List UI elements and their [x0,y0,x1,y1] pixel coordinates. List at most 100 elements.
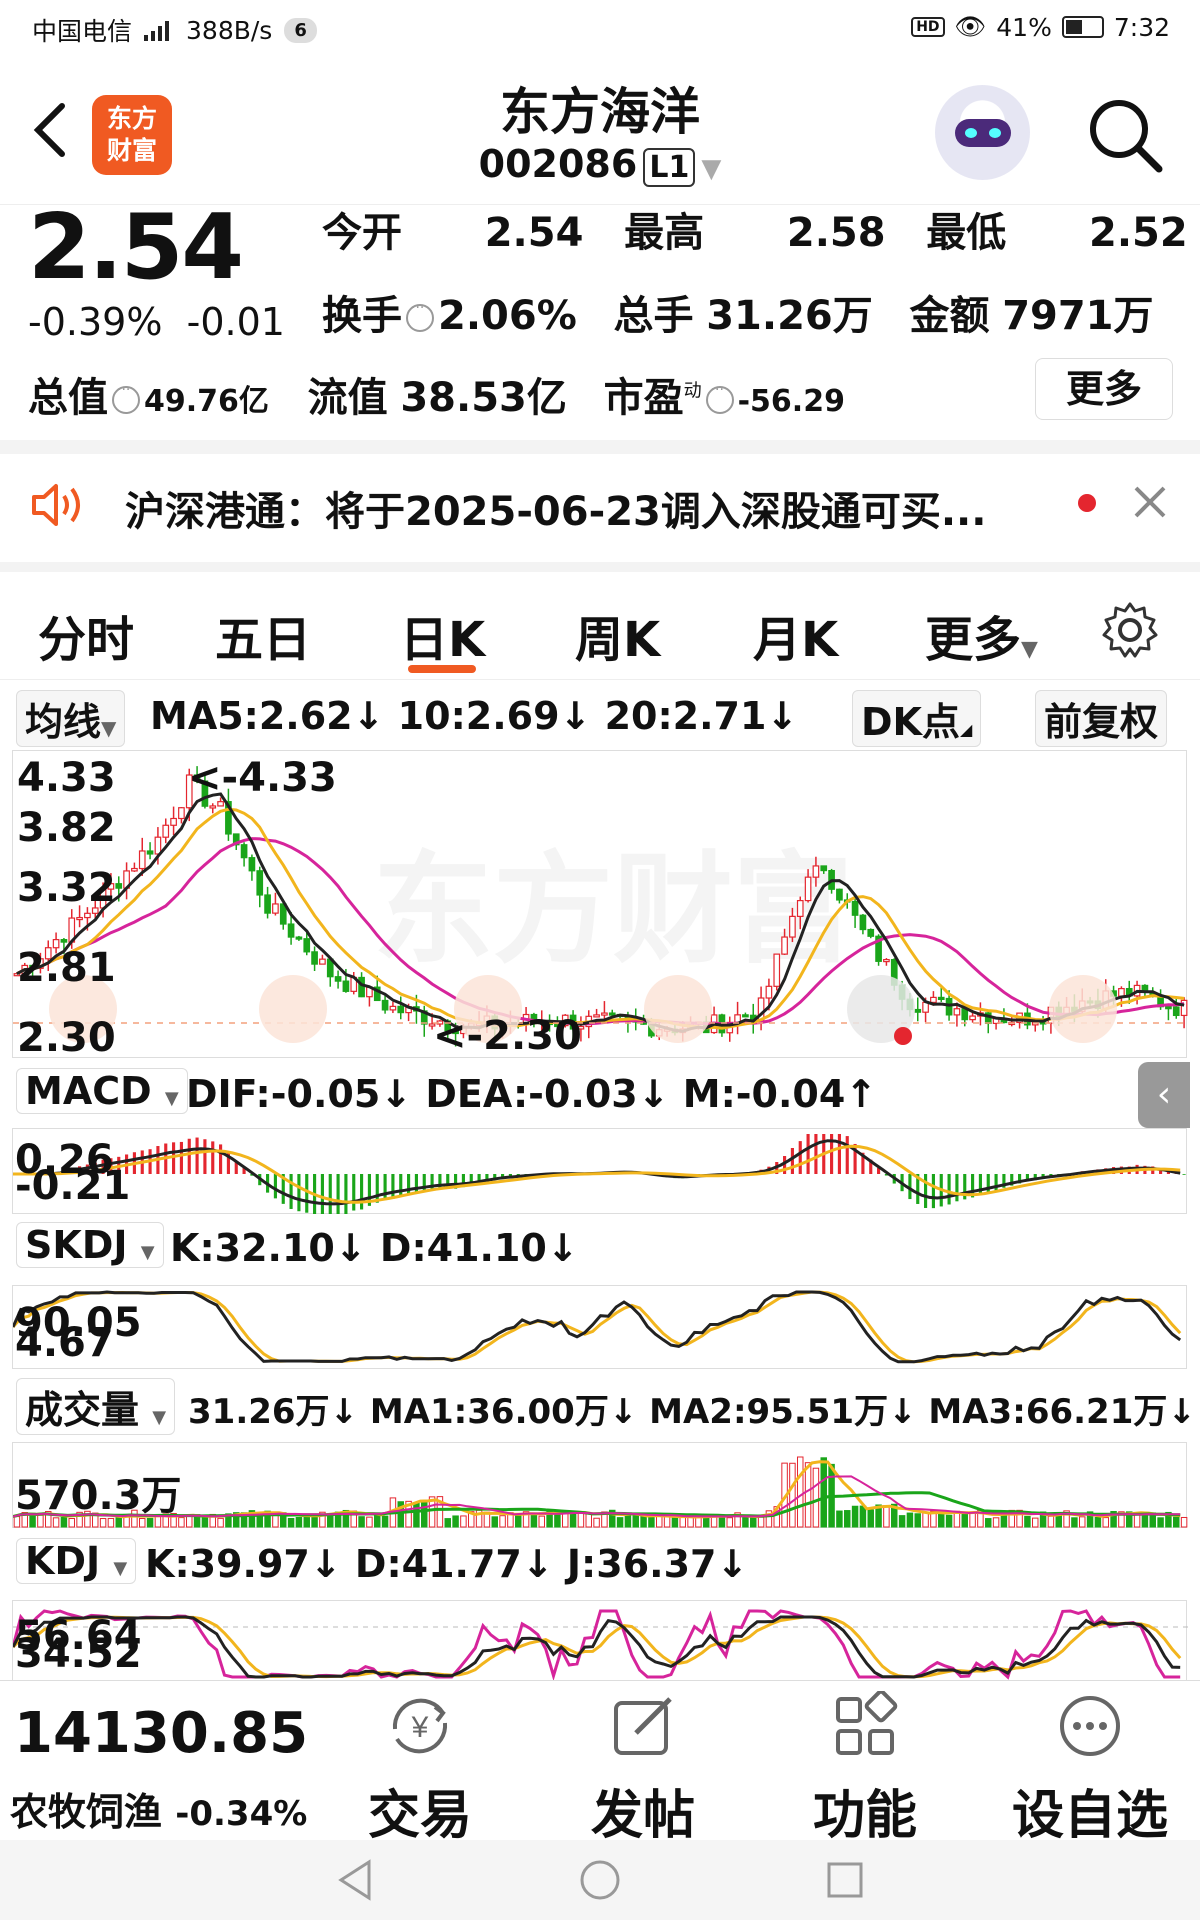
macd-histogram-bar [978,1174,982,1196]
candle-body [914,1008,922,1013]
volume-bar [1173,1516,1180,1528]
collapse-panel-button[interactable]: ‹ [1138,1062,1190,1128]
sector-index[interactable]: 农牧饲渔 -0.34% [10,1781,307,1836]
volume-axis-label: 570.3万 [15,1473,182,1519]
price-axis-label: 3.82 [17,805,116,851]
macd-histogram-bar [179,1141,183,1174]
add-watchlist-button[interactable]: 设自选 [1000,1691,1180,1846]
tab-intraday[interactable]: 分时 [38,600,134,670]
trade-button[interactable]: ¥ 交易 [345,1691,495,1846]
ai-assistant-icon[interactable] [935,85,1030,180]
ma-selector[interactable]: 均线▼ [16,690,126,747]
volume-bar [797,1456,804,1528]
info-icon[interactable] [406,300,434,332]
tab-weekly-k[interactable]: 周K [575,600,660,670]
search-icon[interactable] [1085,95,1165,175]
price-axis-label: 2.81 [17,945,116,991]
volume-selector[interactable]: 成交量 ▼ [16,1378,176,1435]
volume-bar [413,1502,420,1528]
quote-row-2: 换手 2.06% 总手 31.26万 金额 7971万 [322,283,1154,341]
macd-histogram-bar [430,1174,434,1191]
info-icon[interactable] [112,382,140,414]
volume-bar [186,1515,193,1528]
volume-bar [859,1505,867,1528]
chevron-down-icon: ▼ [164,1088,179,1109]
skdj-panel[interactable]: 90.05 4.67 [12,1285,1187,1369]
dk-signal-marker[interactable] [259,975,327,1043]
kdj-selector-label: KDJ [25,1539,101,1583]
skdj-d-line [13,1290,1182,1364]
dk-signal-marker[interactable] [644,975,712,1043]
price-axis-label: 2.30 [17,1015,116,1061]
macd-selector[interactable]: MACD ▼ [16,1068,188,1114]
stock-code: 002086 [478,142,638,186]
skdj-selector[interactable]: SKDJ ▼ [16,1222,164,1268]
volume-bar [287,1517,295,1528]
volume-bar [1141,1513,1149,1528]
info-icon[interactable] [705,382,734,414]
dk-points-button[interactable]: DK点◢ [852,690,982,747]
volume-bar [585,1513,592,1528]
candle-body [953,1008,961,1016]
candle-body [930,996,937,1003]
edit-icon [614,1697,672,1755]
macd-histogram-bar [195,1137,199,1174]
nav-back-icon[interactable] [335,1858,375,1902]
candle-body [146,850,154,855]
candle-body [851,900,859,916]
candle-body [812,865,820,878]
candle-body [397,1005,405,1014]
macd-panel[interactable]: 0.26 -0.21 [12,1128,1187,1214]
kline-panel[interactable]: 东方财富 4.33 3.82 3.32 2.81 2.30 <-4.33 <-2… [12,750,1188,1061]
more-quote-button[interactable]: 更多 [1035,358,1173,420]
functions-button[interactable]: 功能 [790,1689,940,1846]
current-day-marker [894,1027,912,1045]
candle-body [272,903,279,914]
volume-label: 总手 [613,293,694,339]
nav-recents-icon[interactable] [825,1860,865,1900]
nav-home-icon[interactable] [578,1858,622,1902]
sector-index-value[interactable]: 14130.85 [14,1701,308,1766]
volume-bar [992,1517,1000,1528]
post-button[interactable]: 发帖 [568,1691,718,1846]
volume-panel[interactable]: 570.3万 [12,1442,1188,1528]
volume-bar [217,1517,224,1528]
macd-histogram-bar [814,1134,818,1174]
volume-bar [985,1518,992,1528]
volume-bar [538,1515,545,1528]
tab-monthly-k[interactable]: 月K [753,600,838,670]
volume-bar [1079,1516,1086,1528]
volume-bar [867,1509,874,1528]
volume-bar [616,1517,624,1528]
candle-body [138,850,146,870]
volume-bar [812,1467,820,1528]
level-badge: L1 [643,148,696,187]
signal-icon [144,19,174,41]
close-icon[interactable] [1130,482,1170,522]
dk-signal-marker[interactable] [1049,975,1117,1043]
kdj-selector[interactable]: KDJ ▼ [16,1538,137,1584]
volume-bar [569,1511,577,1528]
high-price-value: 4.33 [238,755,337,801]
change-percent: -0.39% [28,300,163,344]
carrier-label: 中国电信 [32,17,133,46]
candle-body [804,876,812,902]
macd-histogram-bar [336,1174,340,1214]
volume-bar [515,1513,522,1528]
volume-bar [303,1515,310,1528]
macd-histogram-bar [352,1174,356,1211]
tab-more[interactable]: 更多▼ [925,600,1038,670]
macd-histogram-bar [806,1134,810,1174]
adjust-mode-button[interactable]: 前复权 [1035,690,1168,747]
notice-banner[interactable]: 沪深港通：将于2025-06-23调入深股通可买... [0,455,1200,555]
tab-five-day[interactable]: 五日 [215,600,311,670]
candle-body [789,915,796,938]
open-value: 2.54 [484,210,584,256]
volume-bar [757,1516,765,1528]
tab-daily-k[interactable]: 日K [400,600,485,670]
volume-bar [444,1518,451,1528]
volume-bar [836,1510,843,1528]
candle-body [319,958,326,965]
kdj-panel[interactable]: 56.64 34.52 [12,1600,1188,1681]
gear-icon[interactable] [1100,600,1160,660]
